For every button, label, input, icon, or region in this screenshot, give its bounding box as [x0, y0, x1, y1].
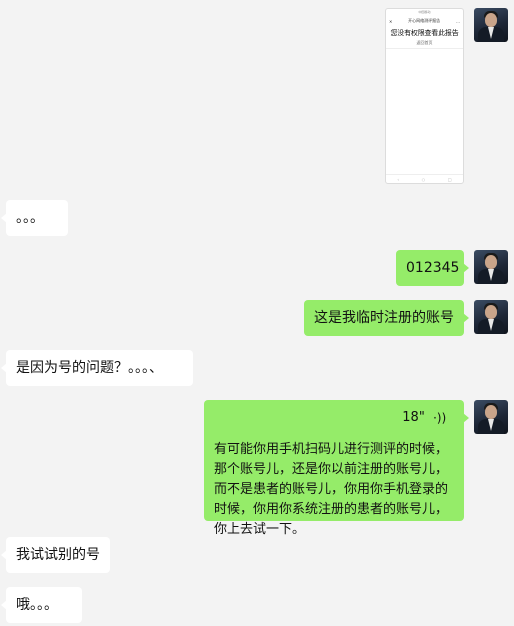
image-message-thumbnail[interactable]: 中国移动 ✕ 开心网络测评报告 … 您没有权限查看此报告 返回首页 ‹ ○ □	[385, 8, 464, 184]
thumbnail-bottom-bar: ‹ ○ □	[386, 174, 463, 183]
message-text: 。。。	[16, 210, 44, 226]
message-text: 哦。。。	[16, 597, 58, 613]
message-text: 是因为号的问题？。。。、	[16, 360, 163, 376]
close-icon: ✕	[389, 18, 393, 24]
received-message-bubble[interactable]: 。。。	[1, 200, 68, 236]
avatar[interactable]	[474, 8, 508, 42]
more-icon: …	[455, 18, 460, 24]
voice-play-control[interactable]: 18" ((·	[402, 408, 446, 428]
back-icon: ‹	[397, 176, 399, 182]
thumbnail-nav-bar: ✕ 开心网络测评报告 …	[386, 16, 463, 26]
sent-message-bubble[interactable]: 012345	[396, 250, 469, 286]
message-text: 012345	[406, 260, 460, 276]
avatar[interactable]	[474, 250, 508, 284]
message-text: 我试试别的号	[16, 547, 100, 563]
avatar[interactable]	[474, 400, 508, 434]
thumbnail-home-button: 返回首页	[386, 40, 463, 49]
recent-icon: □	[447, 176, 452, 182]
voice-wave-icon: ((·	[432, 411, 446, 425]
thumbnail-status-bar: 中国移动	[418, 10, 431, 14]
thumbnail-permission-message: 您没有权限查看此报告	[390, 29, 459, 37]
received-message-bubble[interactable]: 我试试别的号	[1, 537, 110, 573]
voice-duration: 18"	[402, 410, 425, 425]
home-icon: ○	[421, 176, 426, 182]
message-text: 这是我临时注册的账号	[314, 310, 454, 326]
received-message-bubble[interactable]: 是因为号的问题？。。。、	[1, 350, 193, 386]
voice-transcript: 有可能你用手机扫码儿进行测评的时候，那个账号儿，还是你以前注册的账号儿，而不是患…	[214, 442, 449, 537]
thumbnail-title: 开心网络测评报告	[408, 18, 441, 23]
sent-message-bubble[interactable]: 这是我临时注册的账号	[304, 300, 469, 336]
received-message-bubble[interactable]: 哦。。。	[1, 587, 82, 623]
avatar[interactable]	[474, 300, 508, 334]
voice-message-bubble[interactable]: 18" ((· 有可能你用手机扫码儿进行测评的时候，那个账号儿，还是你以前注册的…	[204, 400, 469, 537]
